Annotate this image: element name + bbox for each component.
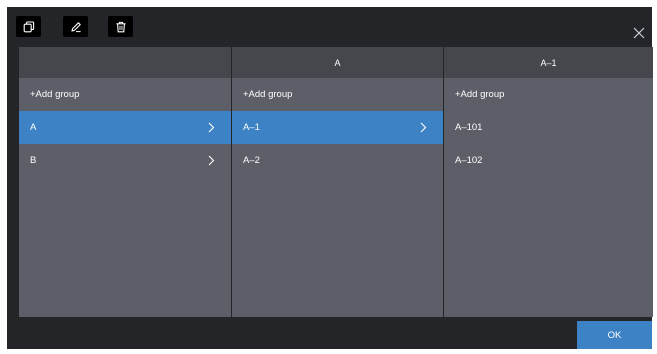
ok-button[interactable]: OK bbox=[577, 321, 652, 349]
column-header bbox=[19, 47, 231, 78]
row-label: +Add group bbox=[243, 89, 293, 100]
group-column-1: +Add group A B bbox=[19, 47, 231, 317]
row-label: B bbox=[30, 155, 37, 166]
group-columns: +Add group A B A +Add group A–1 A–2 A–1 … bbox=[19, 47, 653, 317]
chevron-right-icon bbox=[208, 122, 215, 133]
row-label: A–101 bbox=[455, 122, 483, 133]
group-column-2: A +Add group A–1 A–2 bbox=[231, 47, 443, 317]
group-item-a-1[interactable]: A–1 bbox=[232, 111, 443, 144]
row-label: +Add group bbox=[30, 89, 80, 100]
row-label: A bbox=[30, 122, 37, 133]
delete-button[interactable] bbox=[108, 16, 133, 37]
column-header: A–1 bbox=[444, 47, 653, 78]
group-item-a-101[interactable]: A–101 bbox=[444, 111, 653, 144]
group-item-a[interactable]: A bbox=[19, 111, 231, 144]
group-picker-dialog: +Add group A B A +Add group A–1 A–2 A–1 … bbox=[7, 7, 653, 349]
row-label: A–102 bbox=[455, 155, 483, 166]
chevron-right-icon bbox=[208, 155, 215, 166]
edit-icon bbox=[70, 21, 81, 32]
close-icon bbox=[633, 27, 645, 39]
row-label: A–2 bbox=[243, 155, 260, 166]
trash-icon bbox=[115, 21, 126, 32]
group-item-b[interactable]: B bbox=[19, 144, 231, 177]
group-item-a-102[interactable]: A–102 bbox=[444, 144, 653, 177]
row-label: +Add group bbox=[455, 89, 505, 100]
copy-button[interactable] bbox=[16, 16, 41, 37]
add-group-button[interactable]: +Add group bbox=[444, 78, 653, 111]
add-group-button[interactable]: +Add group bbox=[19, 78, 231, 111]
add-group-button[interactable]: +Add group bbox=[232, 78, 443, 111]
close-button[interactable] bbox=[632, 26, 646, 40]
toolbar bbox=[7, 7, 652, 47]
edit-button[interactable] bbox=[63, 16, 88, 37]
group-column-3: A–1 +Add group A–101 A–102 bbox=[443, 47, 653, 317]
chevron-right-icon bbox=[420, 122, 427, 133]
column-header: A bbox=[232, 47, 443, 78]
group-item-a-2[interactable]: A–2 bbox=[232, 144, 443, 177]
copy-icon bbox=[23, 20, 34, 32]
row-label: A–1 bbox=[243, 122, 260, 133]
